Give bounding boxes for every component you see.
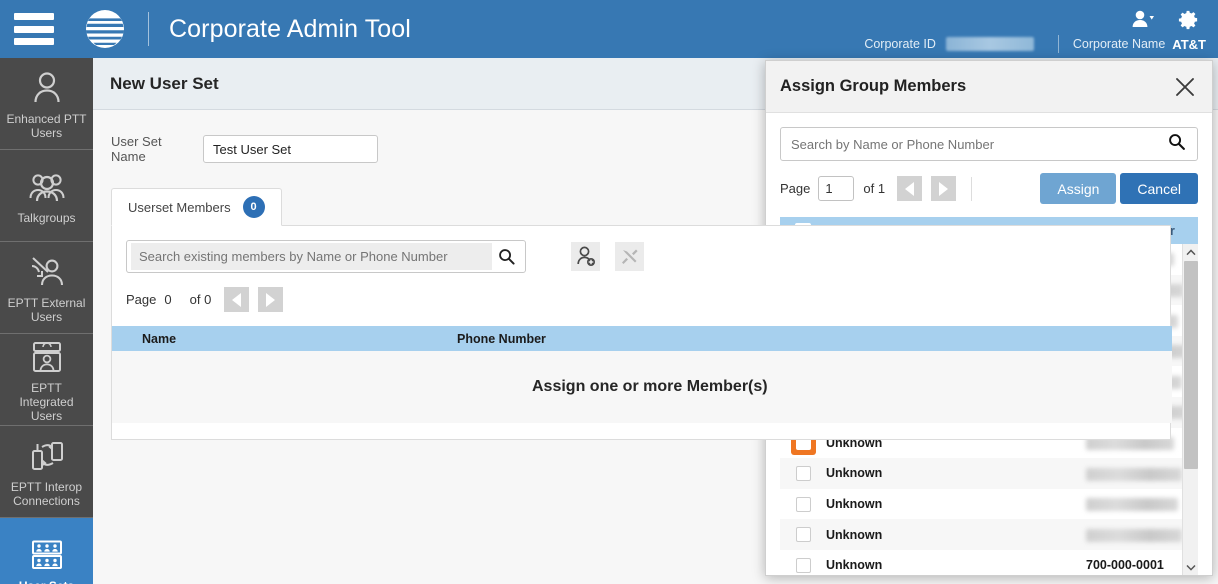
redacted-phone [1086,467,1182,481]
page-app-title: Corporate Admin Tool [169,14,411,43]
integrated-user-icon [29,337,65,377]
user-sets-icon [29,535,65,575]
toolbar-divider [607,243,608,270]
row-checkbox-cell[interactable] [780,465,826,481]
members-search-row [126,240,1170,273]
single-user-icon [32,68,62,108]
tab-bar: Userset Members 0 [111,188,1218,226]
column-header-phone: Phone Number [457,331,546,346]
corporate-name-label: Corporate Name [1072,37,1166,51]
row-checkbox-cell[interactable] [780,527,826,543]
chevron-up-icon[interactable] [1183,244,1198,261]
sidebar-item-label: EPTT Integrated Users [19,380,74,423]
prev-page-icon[interactable] [224,287,250,312]
row-checkbox-cell[interactable] [780,557,826,573]
meta-divider [1057,35,1059,53]
members-toolbar [571,242,644,271]
members-table-body: Assign one or more Member(s) [112,351,1172,423]
corporate-id-value-redacted [945,37,1034,51]
external-user-icon [29,252,65,292]
user-set-name-label: User Set Name [111,134,162,164]
cell-name: Unknown [826,466,883,481]
sidebar-item-enhanced-ptt-users[interactable]: Enhanced PTT Users [0,58,93,150]
gear-icon[interactable] [1177,8,1200,31]
header-right-cluster: Corporate ID Corporate Name AT&T [864,0,1206,58]
tab-label: Userset Members [128,199,231,215]
dialog-table-scrollbar[interactable] [1182,244,1198,575]
userset-members-panel: Page 0 of 0 Name Phone Number Assign one… [111,225,1172,440]
table-row[interactable]: Unknown [780,488,1198,520]
row-checkbox[interactable] [795,527,811,543]
row-checkbox[interactable] [795,465,811,481]
sidebar-item-label: EPTT External Users [7,295,86,324]
table-row[interactable]: Unknown [780,458,1198,489]
dialog-header: Assign Group Members [766,61,1212,113]
tab-badge-count: 0 [242,196,265,218]
dialog-search-box[interactable] [780,127,1198,161]
user-set-name-input[interactable] [203,135,378,163]
tools-icon[interactable] [615,242,644,271]
column-header-name: Name [142,331,177,346]
header-divider [148,12,149,46]
row-checkbox-cell[interactable] [780,496,826,512]
sidebar-item-label: User Sets [19,579,74,584]
search-existing-members-input[interactable] [131,243,492,270]
app-window: Corporate Admin Tool Corporate ID Corpor… [0,0,1218,584]
dialog-title: Assign Group Members [780,77,967,95]
row-checkbox[interactable] [795,557,811,573]
table-row[interactable]: Unknown 700-000-0001 [780,549,1198,575]
tab-userset-members[interactable]: Userset Members 0 [111,188,282,226]
sidebar-item-label: Talkgroups [17,210,76,225]
sidebar-item-eptt-external-users[interactable]: EPTT External Users [0,242,93,334]
chevron-down-icon[interactable] [1183,559,1198,575]
sidebar-item-user-sets[interactable]: User Sets [0,518,93,584]
redacted-phone [1086,498,1178,512]
search-icon[interactable] [498,248,515,265]
cell-name: Unknown [826,558,883,573]
members-table-header: Name Phone Number [112,326,1172,351]
sidebar-item-eptt-integrated-users[interactable]: EPTT Integrated Users [0,334,93,426]
pager-page-value: 0 [164,292,172,307]
close-icon[interactable] [1174,76,1196,98]
row-checkbox[interactable] [795,496,811,512]
dialog-search-input[interactable] [789,135,1168,153]
next-page-icon[interactable] [258,287,284,312]
pager-total-label: of 0 [189,292,212,307]
add-member-icon[interactable] [571,242,600,271]
redacted-phone [1086,528,1182,542]
cell-name: Unknown [826,527,883,542]
members-pager: Page 0 of 0 [126,287,1170,312]
interop-connection-icon [29,436,65,476]
pager-page-label: Page [126,292,157,307]
search-icon[interactable] [1168,133,1185,155]
user-group-icon [29,167,65,207]
page-title: New User Set [110,73,219,93]
att-globe-icon [84,8,126,50]
user-dropdown-icon[interactable] [1131,9,1157,29]
search-existing-members-box[interactable] [126,240,526,273]
sidebar-item-talkgroups[interactable]: Talkgroups [0,150,93,242]
sidebar-nav: Enhanced PTT Users Talkgroups EPTT Exter… [0,58,93,584]
table-row[interactable]: Unknown [780,519,1198,550]
empty-state-message: Assign one or more Member(s) [532,378,768,395]
sidebar-item-label: Enhanced PTT Users [6,111,87,140]
cell-name: Unknown [826,497,883,512]
hamburger-icon[interactable] [14,13,54,45]
sidebar-item-eptt-interop-connections[interactable]: EPTT Interop Connections [0,426,93,518]
corporate-id-label: Corporate ID [864,37,936,51]
corporate-name-value: AT&T [1172,36,1206,52]
app-header: Corporate Admin Tool Corporate ID Corpor… [0,0,1218,58]
sidebar-item-label: EPTT Interop Connections [10,479,83,508]
scrollbar-thumb[interactable] [1184,261,1198,469]
